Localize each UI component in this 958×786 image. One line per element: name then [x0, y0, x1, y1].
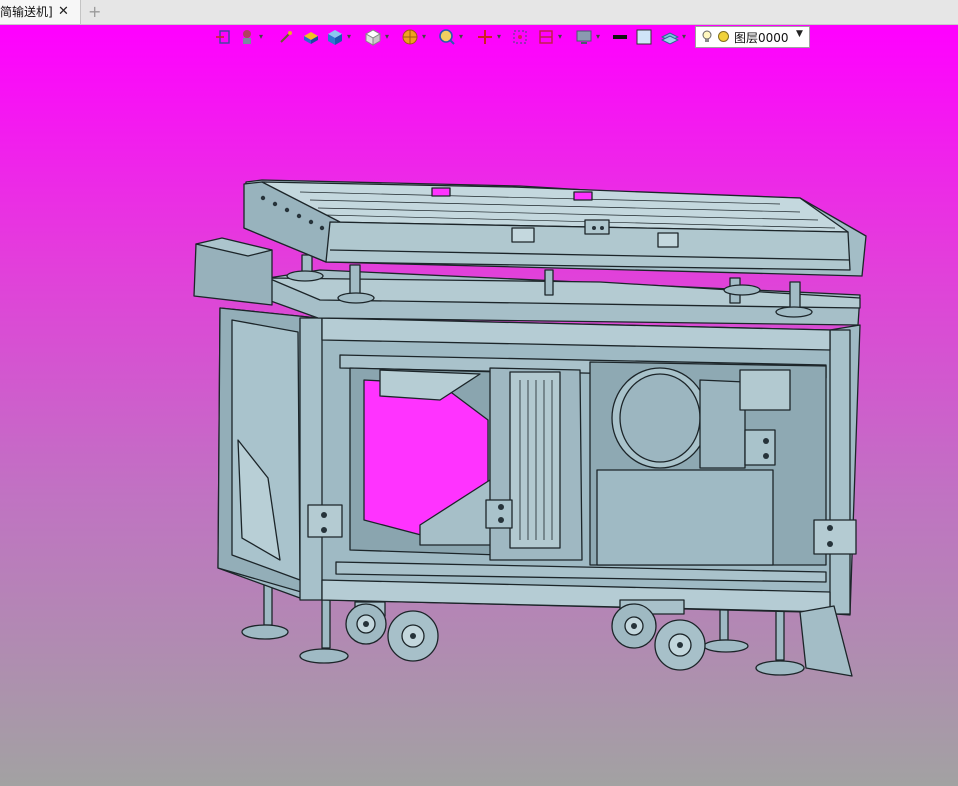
conveyor-3d-model: [193, 179, 867, 677]
cube-view-dropdown-icon[interactable]: ▾: [347, 32, 351, 41]
layer-color-icon: [718, 31, 729, 42]
tab-bar: 简输送机] ✕ +: [0, 0, 958, 25]
chevron-down-icon[interactable]: ▼: [796, 29, 803, 39]
origin-axis-icon[interactable]: [476, 28, 494, 46]
zoom-dropdown-icon[interactable]: ▾: [459, 32, 463, 41]
3d-viewport[interactable]: [0, 25, 958, 786]
section-icon[interactable]: [537, 28, 555, 46]
display-dropdown-icon[interactable]: ▾: [596, 32, 600, 41]
tab-title: 简输送机]: [0, 5, 53, 19]
rotate-dropdown-icon[interactable]: ▾: [259, 32, 263, 41]
layer-select[interactable]: 图层0000 ▼: [695, 26, 810, 48]
render-style-icon[interactable]: [401, 28, 419, 46]
sketch-icon[interactable]: [277, 28, 295, 46]
cube-display-icon[interactable]: [364, 28, 382, 46]
lightbulb-icon[interactable]: [700, 30, 714, 44]
face-color-icon[interactable]: [635, 28, 653, 46]
section-dropdown-icon[interactable]: ▾: [558, 32, 562, 41]
render-style-dropdown-icon[interactable]: ▾: [422, 32, 426, 41]
close-icon[interactable]: ✕: [58, 0, 69, 24]
fit-view-icon[interactable]: [511, 28, 529, 46]
document-tab[interactable]: 简输送机] ✕: [0, 0, 81, 24]
new-tab-button[interactable]: +: [88, 0, 101, 24]
rotate-icon[interactable]: [238, 28, 256, 46]
layer-stack-icon[interactable]: [661, 28, 679, 46]
cube-view-icon[interactable]: [326, 28, 344, 46]
origin-axis-dropdown-icon[interactable]: ▾: [497, 32, 501, 41]
display-icon[interactable]: [575, 28, 593, 46]
layer-stack-dropdown-icon[interactable]: ▾: [682, 32, 686, 41]
zoom-icon[interactable]: [438, 28, 456, 46]
cube-display-dropdown-icon[interactable]: ▾: [385, 32, 389, 41]
exit-icon[interactable]: [214, 28, 232, 46]
layer-name: 图层0000: [734, 31, 789, 45]
box-face-icon[interactable]: [302, 28, 320, 46]
line-color-icon[interactable]: [611, 28, 629, 46]
